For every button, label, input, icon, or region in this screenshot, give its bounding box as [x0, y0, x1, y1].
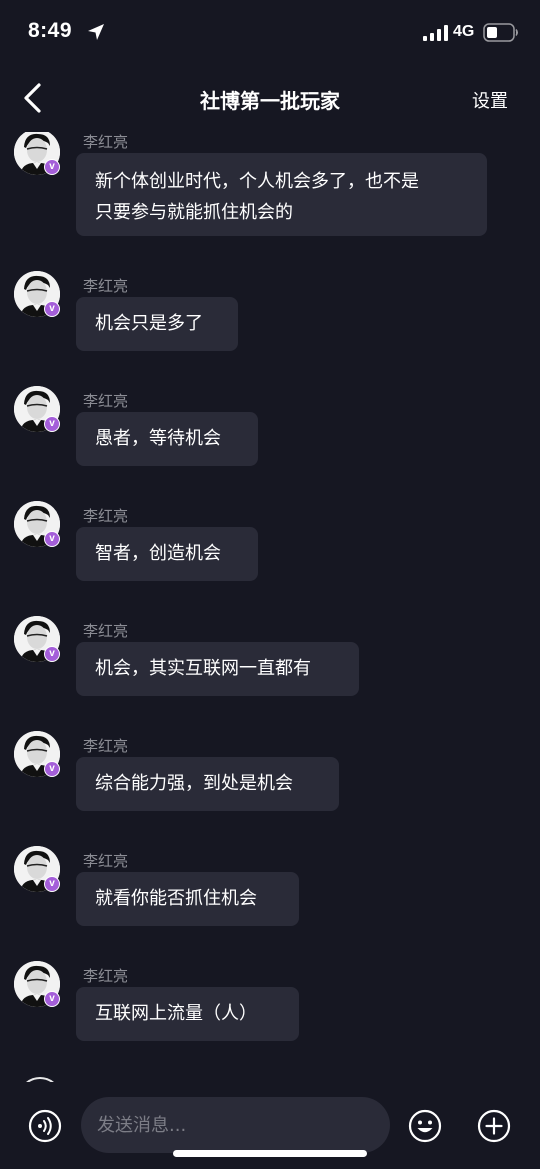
- message-line: 综合能力强，到处是机会: [95, 773, 293, 794]
- verified-badge-icon: v: [44, 159, 60, 175]
- avatar[interactable]: v: [14, 846, 60, 892]
- sender-name: 李红亮: [83, 277, 129, 295]
- nav-bar: 社博第一批玩家 设置: [0, 66, 540, 132]
- sender-name: 李红亮: [83, 392, 129, 410]
- emoji-icon[interactable]: [408, 1109, 442, 1143]
- message-line: 只要参与就能抓住机会的: [95, 202, 293, 223]
- avatar[interactable]: v: [14, 616, 60, 662]
- avatar[interactable]: v: [14, 731, 60, 777]
- avatar[interactable]: v: [14, 501, 60, 547]
- signal-bars-icon: [423, 25, 448, 41]
- verified-badge-icon: v: [44, 531, 60, 547]
- message-input[interactable]: [81, 1097, 390, 1153]
- status-bar: 8:49 4G: [0, 0, 540, 66]
- sender-name: 李红亮: [83, 967, 129, 985]
- sender-name: 李红亮: [83, 133, 129, 151]
- verified-badge-icon: v: [44, 876, 60, 892]
- message-bubble[interactable]: 智者，创造机会: [76, 527, 258, 581]
- message-line: 机会，其实互联网一直都有: [95, 658, 311, 679]
- message-bubble[interactable]: 互联网上流量（人）: [76, 987, 299, 1041]
- battery-icon: [483, 23, 518, 42]
- input-bar: [0, 1082, 540, 1169]
- message-bubble[interactable]: 新个体创业时代，个人机会多了，也不是 只要参与就能抓住机会的: [76, 153, 487, 236]
- message-line: 机会只是多了: [95, 313, 203, 334]
- voice-icon[interactable]: [28, 1109, 62, 1143]
- sender-name: 李红亮: [83, 737, 129, 755]
- verified-badge-icon: v: [44, 416, 60, 432]
- location-arrow-icon: [88, 24, 104, 40]
- avatar[interactable]: v: [14, 961, 60, 1007]
- status-time: 8:49: [28, 19, 73, 42]
- message-line: 互联网上流量（人）: [95, 1003, 257, 1024]
- avatar[interactable]: v: [14, 132, 60, 175]
- verified-badge-icon: v: [44, 761, 60, 777]
- plus-icon[interactable]: [477, 1109, 511, 1143]
- message-line: 智者，创造机会: [95, 543, 221, 564]
- message-bubble[interactable]: 机会，其实互联网一直都有: [76, 642, 359, 696]
- chat-title: 社博第一批玩家: [200, 89, 340, 113]
- verified-badge-icon: v: [44, 646, 60, 662]
- network-label: 4G: [453, 23, 475, 40]
- message-line: 愚者，等待机会: [95, 428, 221, 449]
- home-indicator: [173, 1150, 367, 1157]
- message-bubble[interactable]: 综合能力强，到处是机会: [76, 757, 339, 811]
- message-bubble[interactable]: 就看你能否抓住机会: [76, 872, 299, 926]
- message-line: 就看你能否抓住机会: [95, 888, 257, 909]
- sender-name: 李红亮: [83, 622, 129, 640]
- verified-badge-icon: v: [44, 301, 60, 317]
- verified-badge-icon: v: [44, 991, 60, 1007]
- sender-name: 李红亮: [83, 507, 129, 525]
- avatar[interactable]: v: [14, 271, 60, 317]
- settings-button[interactable]: 设置: [472, 87, 508, 113]
- message-list[interactable]: v 李红亮 新个体创业时代，个人机会多了，也不是 只要参与就能抓住机会的 v 李…: [0, 132, 540, 1082]
- sender-name: 李红亮: [83, 852, 129, 870]
- message-bubble[interactable]: 愚者，等待机会: [76, 412, 258, 466]
- avatar[interactable]: v: [14, 386, 60, 432]
- message-bubble[interactable]: 机会只是多了: [76, 297, 238, 351]
- message-line: 新个体创业时代，个人机会多了，也不是: [95, 171, 419, 192]
